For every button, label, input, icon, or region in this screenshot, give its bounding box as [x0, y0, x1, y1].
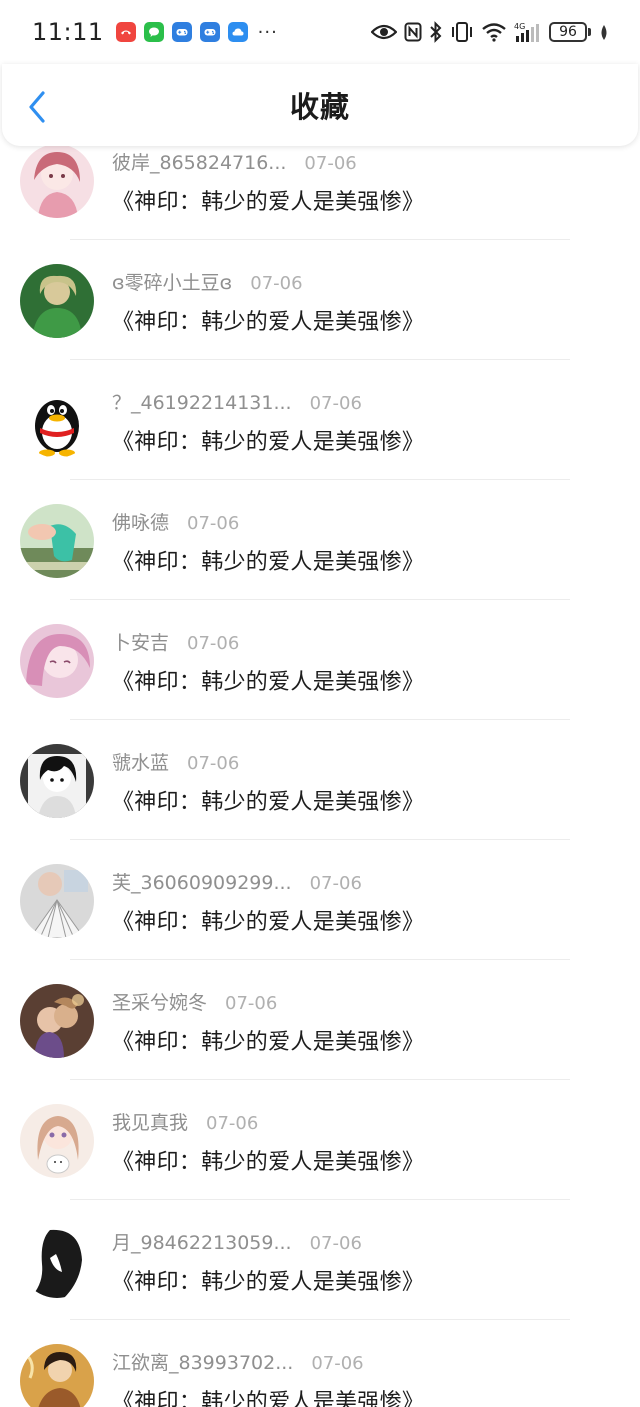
book-title[interactable]: 《神印：韩少的爱人是美强惨》	[112, 184, 424, 216]
status-bar: 11:11 ··· 4G 96	[0, 0, 640, 64]
list-item[interactable]: ？_46192214131... 07-06 《神印：韩少的爱人是美强惨》	[0, 360, 640, 480]
book-title[interactable]: 《神印：韩少的爱人是美强惨》	[112, 1144, 424, 1176]
meta-row: ？_46192214131... 07-06	[112, 388, 362, 415]
battery-indicator: 96	[549, 22, 591, 42]
gamepad-icon	[171, 22, 192, 42]
date: 07-06	[225, 993, 278, 1014]
wifi-icon	[482, 23, 506, 42]
bluetooth-icon	[430, 21, 442, 43]
book-title[interactable]: 《神印：韩少的爱人是美强惨》	[112, 1264, 424, 1296]
meta-row: 卜安吉 07-06	[112, 628, 239, 655]
date: 07-06	[187, 753, 240, 774]
date: 07-06	[311, 1353, 364, 1374]
book-title[interactable]: 《神印：韩少的爱人是美强惨》	[112, 664, 424, 696]
list-item[interactable]: 圣采兮婉冬 07-06 《神印：韩少的爱人是美强惨》	[0, 960, 640, 1080]
book-title[interactable]: 《神印：韩少的爱人是美强惨》	[112, 784, 424, 816]
date: 07-06	[309, 873, 362, 894]
meta-row: 江欲离_83993702... 07-06	[112, 1348, 364, 1375]
meta-row: ɞ零碎小土豆ɞ 07-06	[112, 268, 303, 295]
avatar-golden-painting[interactable]	[20, 1344, 94, 1407]
avatar-qq-penguin[interactable]	[20, 384, 94, 458]
avatar-fan-photo[interactable]	[20, 864, 94, 938]
meta-row: 芙_36060909299... 07-06	[112, 868, 362, 895]
date: 07-06	[250, 273, 303, 294]
meta-row: 佛咏德 07-06	[112, 508, 239, 535]
gamepad-icon	[199, 22, 220, 42]
status-right: 4G 96	[371, 21, 610, 43]
meta-row: 月_98462213059... 07-06	[112, 1228, 362, 1255]
page-title: 收藏	[289, 90, 350, 124]
meta-row: 圣采兮婉冬 07-06	[112, 988, 277, 1015]
username[interactable]: 圣采兮婉冬	[112, 988, 207, 1015]
network-type-label: 4G	[514, 22, 525, 31]
list-item[interactable]: 月_98462213059... 07-06 《神印：韩少的爱人是美强惨》	[0, 1200, 640, 1320]
avatar-pink-anime-girl[interactable]	[20, 144, 94, 218]
list-item[interactable]: 佛咏德 07-06 《神印：韩少的爱人是美强惨》	[0, 480, 640, 600]
status-time: 11:11	[32, 18, 104, 46]
book-title[interactable]: 《神印：韩少的爱人是美强惨》	[112, 1024, 424, 1056]
date: 07-06	[309, 1233, 362, 1254]
username[interactable]: 江欲离_83993702...	[112, 1348, 293, 1375]
username[interactable]: 我见真我	[112, 1108, 188, 1135]
nfc-icon	[404, 22, 422, 42]
page-header: 收藏	[2, 64, 638, 146]
date: 07-06	[187, 513, 240, 534]
battery-level: 96	[549, 22, 587, 42]
eye-icon	[371, 24, 397, 40]
date: 07-06	[304, 153, 357, 174]
username[interactable]: 佛咏德	[112, 508, 169, 535]
book-title[interactable]: 《神印：韩少的爱人是美强惨》	[112, 904, 424, 936]
leaf-icon	[601, 25, 607, 40]
favorites-list: 彼岸_865824716... 07-06 《神印：韩少的爱人是美强惨》 ɞ零碎…	[0, 120, 640, 1407]
avatar-teal-photo[interactable]	[20, 504, 94, 578]
chevron-left-icon	[29, 91, 45, 123]
list-item[interactable]: 我见真我 07-06 《神印：韩少的爱人是美强惨》	[0, 1080, 640, 1200]
date: 07-06	[187, 633, 240, 654]
meta-row: 我见真我 07-06	[112, 1108, 258, 1135]
avatar-couple-art[interactable]	[20, 984, 94, 1058]
list-item[interactable]: 卜安吉 07-06 《神印：韩少的爱人是美强惨》	[0, 600, 640, 720]
wechat-icon	[143, 22, 164, 42]
username[interactable]: 虢水蓝	[112, 748, 169, 775]
signal-icon: 4G	[514, 22, 539, 42]
more-notifications: ···	[257, 21, 278, 43]
book-title[interactable]: 《神印：韩少的爱人是美强惨》	[112, 424, 424, 456]
book-title[interactable]: 《神印：韩少的爱人是美强惨》	[112, 1384, 424, 1407]
avatar-pink-hair-girl[interactable]	[20, 624, 94, 698]
avatar-dark-hair-boy[interactable]	[20, 744, 94, 818]
date: 07-06	[206, 1113, 259, 1134]
avatar-anime-girl-cat[interactable]	[20, 1104, 94, 1178]
back-button[interactable]	[22, 90, 52, 124]
username[interactable]: 月_98462213059...	[112, 1228, 292, 1255]
username[interactable]: 芙_36060909299...	[112, 868, 292, 895]
vibrate-icon	[452, 22, 472, 42]
date: 07-06	[309, 393, 362, 414]
username[interactable]: ？_46192214131...	[112, 388, 292, 415]
meta-row: 虢水蓝 07-06	[112, 748, 239, 775]
list-item[interactable]: 江欲离_83993702... 07-06 《神印：韩少的爱人是美强惨》	[0, 1320, 640, 1407]
list-item[interactable]: 芙_36060909299... 07-06 《神印：韩少的爱人是美强惨》	[0, 840, 640, 960]
username[interactable]: 卜安吉	[112, 628, 169, 655]
avatar-green-figure[interactable]	[20, 264, 94, 338]
book-title[interactable]: 《神印：韩少的爱人是美强惨》	[112, 304, 424, 336]
username[interactable]: 彼岸_865824716...	[112, 148, 286, 175]
cloud-icon	[227, 22, 248, 42]
list-item[interactable]: 虢水蓝 07-06 《神印：韩少的爱人是美强惨》	[0, 720, 640, 840]
book-title[interactable]: 《神印：韩少的爱人是美强惨》	[112, 544, 424, 576]
avatar-black-white-sketch[interactable]	[20, 1224, 94, 1298]
missed-call-icon	[115, 22, 136, 42]
meta-row: 彼岸_865824716... 07-06	[112, 148, 357, 175]
username[interactable]: ɞ零碎小土豆ɞ	[112, 268, 232, 295]
list-item[interactable]: ɞ零碎小土豆ɞ 07-06 《神印：韩少的爱人是美强惨》	[0, 240, 640, 360]
